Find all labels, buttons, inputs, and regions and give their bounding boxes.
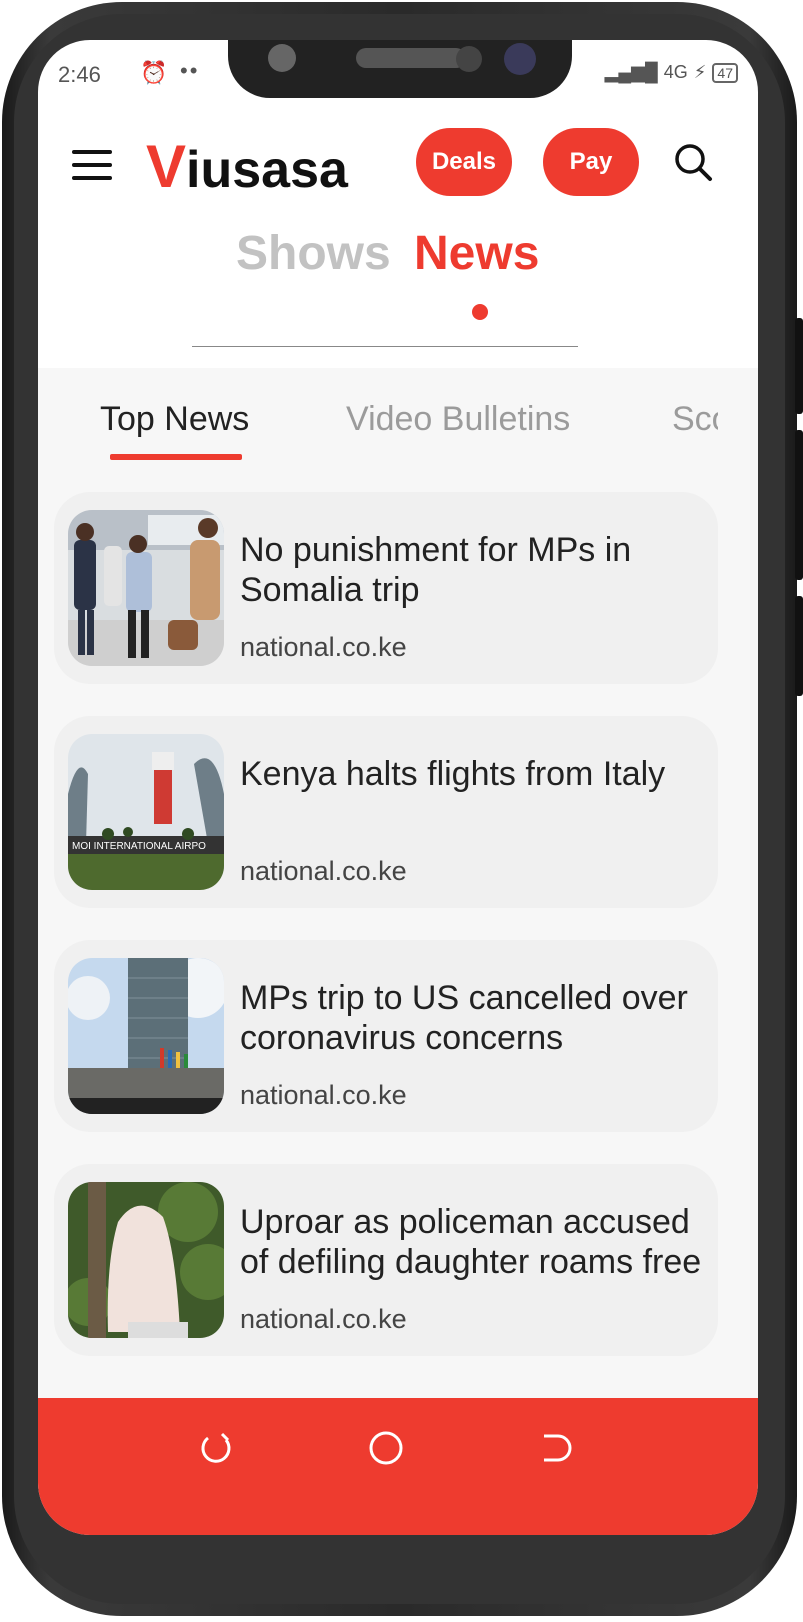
secondary-camera-icon: [504, 43, 536, 75]
article-thumbnail: MOI INTERNATIONAL AIRPO: [68, 734, 224, 890]
app-header: Viusasa Deals Pay: [38, 128, 758, 218]
news-card[interactable]: Uproar as policeman accused of defiling …: [54, 1164, 718, 1356]
article-title[interactable]: Kenya halts flights from Italy: [240, 754, 710, 870]
article-source: national.co.ke: [240, 1080, 407, 1110]
tab-news[interactable]: News: [414, 226, 539, 281]
subtab-top-news[interactable]: Top News: [100, 400, 249, 439]
system-navigation-bar: [38, 1398, 758, 1535]
hamburger-menu-icon[interactable]: [72, 150, 112, 180]
article-source: national.co.ke: [240, 632, 407, 662]
article-source: national.co.ke: [240, 1304, 407, 1334]
home-icon[interactable]: [366, 1428, 406, 1468]
status-time: 2:46: [58, 62, 101, 87]
pay-button[interactable]: Pay: [543, 128, 639, 196]
volume-up-button: [795, 318, 803, 414]
power-button: [795, 596, 803, 696]
back-icon[interactable]: [536, 1428, 576, 1468]
tab-divider: [192, 346, 578, 347]
subtab-video-bulletins[interactable]: Video Bulletins: [346, 400, 570, 439]
article-title[interactable]: No punishment for MPs in Somalia trip: [240, 530, 710, 646]
battery-level: 47: [712, 62, 738, 83]
tab-shows[interactable]: Shows: [236, 226, 391, 281]
news-card[interactable]: No punishment for MPs in Somalia trip na…: [54, 492, 718, 684]
search-icon[interactable]: [673, 142, 713, 182]
subtab-active-underline: [110, 454, 242, 460]
article-title[interactable]: Uproar as policeman accused of defiling …: [240, 1202, 710, 1318]
article-thumbnail: [68, 510, 224, 666]
article-title[interactable]: MPs trip to US cancelled over coronaviru…: [240, 978, 710, 1094]
app-screen: 2:46 ⏰ •• ▂▄▆█ 4G ⚡ 47 Viusasa Deals Pay…: [38, 40, 758, 1535]
active-tab-indicator: [472, 304, 488, 320]
news-content: Top News Video Bulletins Sco: [38, 368, 758, 1398]
earpiece-speaker: [356, 48, 466, 68]
subtab-partial[interactable]: Sco: [672, 400, 718, 439]
front-camera-icon: [268, 44, 296, 72]
charging-icon: ⚡: [693, 62, 707, 82]
article-thumbnail: [68, 958, 224, 1114]
news-card[interactable]: MOI INTERNATIONAL AIRPO Kenya halts flig…: [54, 716, 718, 908]
viusasa-logo: Viusasa: [146, 133, 348, 200]
network-type: 4G: [663, 62, 688, 82]
recent-apps-icon[interactable]: [196, 1428, 236, 1468]
volume-down-button: [795, 430, 803, 580]
main-tab-bar: Shows News: [38, 226, 758, 316]
news-category-tabs: Top News Video Bulletins Sco: [38, 368, 718, 468]
camera-notch: [228, 40, 572, 98]
notification-dots-icon: ••: [180, 58, 200, 83]
alarm-icon: ⏰: [140, 60, 168, 85]
article-thumbnail: [68, 1182, 224, 1338]
deals-button[interactable]: Deals: [416, 128, 512, 196]
proximity-sensor: [456, 46, 482, 72]
airport-sign-text: MOI INTERNATIONAL AIRPO: [72, 841, 206, 852]
article-source: national.co.ke: [240, 856, 407, 886]
signal-icon: ▂▄▆█: [604, 62, 658, 82]
status-right: ▂▄▆█ 4G ⚡ 47: [605, 62, 738, 83]
news-card[interactable]: MPs trip to US cancelled over coronaviru…: [54, 940, 718, 1132]
